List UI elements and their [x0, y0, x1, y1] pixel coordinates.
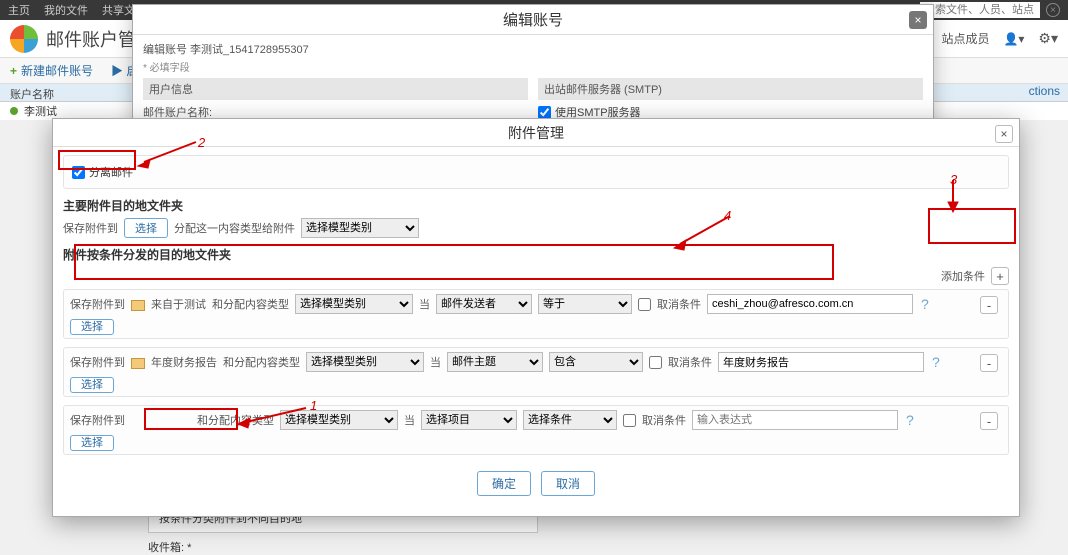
- clear-search-icon[interactable]: ×: [1046, 3, 1060, 17]
- attachment-management-dialog: 附件管理 × 分离邮件 主要附件目的地文件夹 保存附件到 选择 分配这一内容类型…: [52, 118, 1020, 517]
- cancel-cond-label: 取消条件: [657, 296, 701, 312]
- account-name: 李测试: [24, 103, 57, 119]
- when-label: 当: [419, 296, 430, 312]
- save-to-label: 保存附件到: [70, 354, 125, 370]
- status-dot-icon: [10, 107, 18, 115]
- add-condition-button[interactable]: +: [991, 267, 1009, 285]
- save-to-label: 保存附件到: [63, 220, 118, 236]
- operator-select[interactable]: 包含: [549, 352, 643, 372]
- link-site-members[interactable]: 站点成员: [941, 30, 989, 47]
- remove-rule-button[interactable]: -: [980, 296, 998, 314]
- recipient-label: 收件箱: *: [148, 539, 538, 555]
- remove-rule-button[interactable]: -: [980, 412, 998, 430]
- add-condition-label: 添加条件: [941, 268, 985, 284]
- and-type-label: 和分配内容类型: [223, 354, 300, 370]
- operator-select[interactable]: 选择条件: [523, 410, 617, 430]
- model-type-select[interactable]: 选择模型类别: [306, 352, 424, 372]
- help-icon[interactable]: ?: [906, 412, 914, 428]
- user-avatar-icon[interactable]: 👤▾: [1003, 32, 1024, 46]
- cancel-cond-checkbox[interactable]: [649, 356, 662, 369]
- select-folder-button[interactable]: 选择: [124, 218, 168, 238]
- required-note: * 必填字段: [143, 59, 923, 74]
- when-label: 当: [404, 412, 415, 428]
- folder-name: 来自于测试: [151, 296, 206, 312]
- operator-select[interactable]: 等于: [538, 294, 632, 314]
- select-folder-button[interactable]: 选择: [70, 377, 114, 393]
- new-account-button[interactable]: +新建邮件账号: [10, 62, 93, 79]
- and-type-label: 和分配内容类型: [197, 412, 274, 428]
- cancel-cond-checkbox[interactable]: [623, 414, 636, 427]
- close-icon[interactable]: ×: [995, 125, 1013, 143]
- column-actions: ctions: [1029, 84, 1060, 98]
- folder-name: 年度财务报告: [151, 354, 217, 370]
- dialog-title: 附件管理: [508, 123, 564, 143]
- condition-value-input[interactable]: [707, 294, 913, 314]
- section-smtp: 出站邮件服务器 (SMTP): [538, 78, 923, 100]
- and-type-label: 和分配内容类型: [212, 296, 289, 312]
- dialog-title: 编辑账号: [503, 9, 563, 30]
- save-to-label: 保存附件到: [70, 296, 125, 312]
- model-type-select[interactable]: 选择模型类别: [295, 294, 413, 314]
- field-select[interactable]: 邮件主题: [447, 352, 543, 372]
- help-icon[interactable]: ?: [921, 296, 929, 312]
- nav-myfiles[interactable]: 我的文件: [44, 2, 88, 18]
- field-select[interactable]: 选择项目: [421, 410, 517, 430]
- dialog-subtitle: 编辑账号 李测试_1541728955307: [143, 41, 923, 57]
- section-rules: 附件按条件分发的目的地文件夹: [63, 246, 1009, 263]
- split-email-checkbox[interactable]: 分离邮件: [72, 164, 1000, 180]
- cancel-cond-checkbox[interactable]: [638, 298, 651, 311]
- select-folder-button[interactable]: 选择: [70, 319, 114, 335]
- close-icon[interactable]: ×: [909, 11, 927, 29]
- split-email-input[interactable]: [72, 166, 85, 179]
- cancel-cond-label: 取消条件: [642, 412, 686, 428]
- app-logo-icon: [10, 25, 38, 53]
- section-userinfo: 用户信息: [143, 78, 528, 100]
- when-label: 当: [430, 354, 441, 370]
- settings-gear-icon[interactable]: ⚙▾: [1038, 30, 1058, 47]
- nav-home[interactable]: 主页: [8, 2, 30, 18]
- folder-icon: [131, 300, 145, 311]
- select-folder-button[interactable]: 选择: [70, 435, 114, 451]
- folder-icon: [131, 358, 145, 369]
- help-icon[interactable]: ?: [932, 354, 940, 370]
- assign-type-label: 分配这一内容类型给附件: [174, 220, 295, 236]
- field-select[interactable]: 邮件发送者: [436, 294, 532, 314]
- remove-rule-button[interactable]: -: [980, 354, 998, 372]
- condition-value-input[interactable]: [692, 410, 898, 430]
- cancel-button[interactable]: 取消: [541, 471, 595, 496]
- ok-button[interactable]: 确定: [477, 471, 531, 496]
- model-type-select[interactable]: 选择模型类别: [280, 410, 398, 430]
- condition-value-input[interactable]: [718, 352, 924, 372]
- cancel-cond-label: 取消条件: [668, 354, 712, 370]
- save-to-label: 保存附件到: [70, 412, 125, 428]
- use-smtp-input[interactable]: [538, 106, 551, 119]
- section-main-dest: 主要附件目的地文件夹: [63, 197, 1009, 214]
- model-type-select[interactable]: 选择模型类别: [301, 218, 419, 238]
- global-search-input[interactable]: [920, 2, 1040, 18]
